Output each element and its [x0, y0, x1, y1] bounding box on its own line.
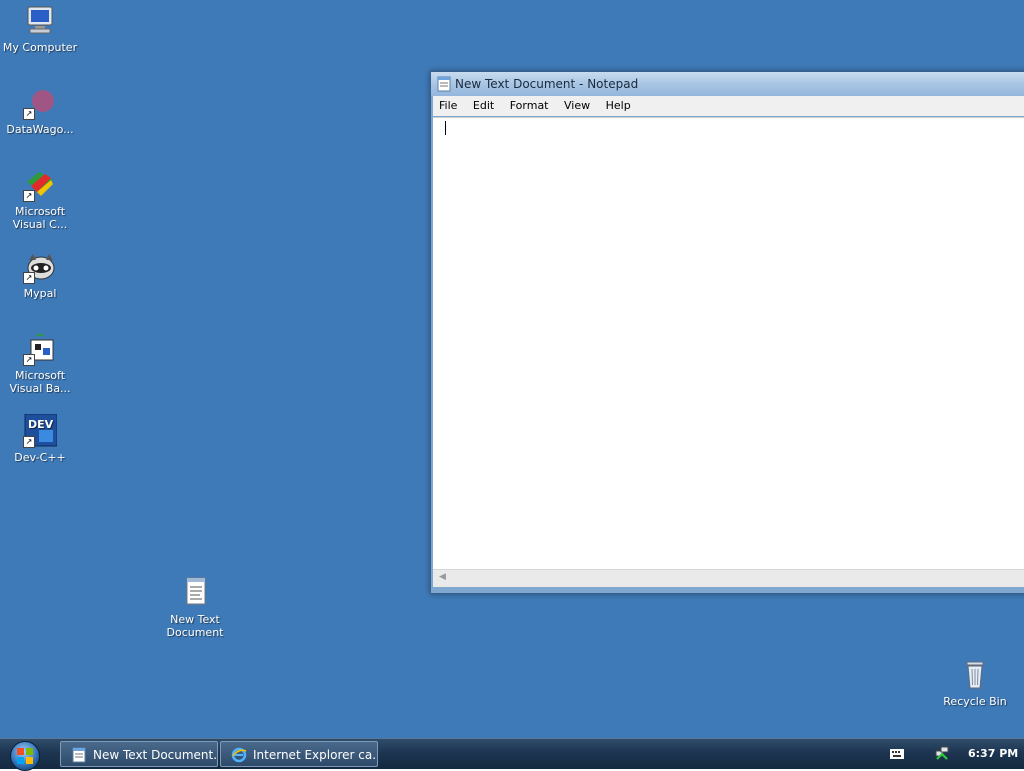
desktop-icon-my-computer[interactable]: My Computer: [0, 4, 80, 54]
horizontal-scrollbar[interactable]: ◀: [433, 569, 1024, 587]
menu-bar: File Edit Format View Help: [433, 96, 1024, 116]
keyboard-icon[interactable]: [890, 749, 904, 759]
window-titlebar[interactable]: New Text Document - Notepad: [431, 72, 1024, 96]
shortcut-arrow-icon: ↗: [23, 108, 35, 120]
menu-format[interactable]: Format: [504, 96, 555, 112]
windows-logo-icon: [17, 748, 33, 764]
network-icon[interactable]: [934, 745, 950, 761]
visual-basic-icon: ↗: [23, 332, 57, 366]
desktop-icon-new-text-document[interactable]: New Text Document: [155, 576, 235, 639]
taskbar-button-label: Internet Explorer ca...: [253, 748, 378, 762]
menu-view[interactable]: View: [558, 96, 596, 112]
desktop-icon-mypal[interactable]: ↗ Mypal: [0, 250, 80, 300]
taskbar-button-internet-explorer[interactable]: Internet Explorer ca...: [220, 741, 378, 767]
dev-cpp-icon: DEV ↗: [23, 414, 57, 448]
desktop-icon-dev-cpp[interactable]: DEV ↗ Dev-C++: [0, 414, 80, 464]
desktop-icon-label: Microsoft Visual Ba...: [9, 369, 71, 395]
desktop-icon-visual-basic[interactable]: ↗ Microsoft Visual Ba...: [0, 332, 80, 395]
scroll-left-arrow-icon[interactable]: ◀: [439, 572, 446, 582]
internet-explorer-icon: [231, 747, 247, 763]
notepad-icon: [72, 747, 86, 763]
window-title: New Text Document - Notepad: [455, 77, 639, 91]
datawagon-icon: ↗: [23, 86, 57, 120]
clock[interactable]: 6:37 PM: [968, 747, 1018, 760]
menu-edit[interactable]: Edit: [467, 96, 500, 112]
shortcut-arrow-icon: ↗: [23, 354, 35, 366]
desktop-icon-visual-c[interactable]: ↗ Microsoft Visual C...: [0, 168, 80, 231]
desktop-icon-label: Dev-C++: [14, 451, 66, 464]
desktop-icon-datawagon[interactable]: ↗ DataWago...: [0, 86, 80, 136]
visual-c-icon: ↗: [23, 168, 57, 202]
text-caret: [445, 121, 446, 135]
desktop-icon-label: Recycle Bin: [943, 695, 1007, 708]
desktop-icon-label: Mypal: [23, 287, 57, 300]
text-editor-area[interactable]: [433, 117, 1024, 587]
taskbar: New Text Document... Internet Explorer c…: [0, 738, 1024, 771]
desktop-icon-label: DataWago...: [6, 123, 74, 136]
shortcut-arrow-icon: ↗: [23, 190, 35, 202]
menu-file[interactable]: File: [433, 96, 463, 112]
menu-help[interactable]: Help: [600, 96, 637, 112]
shortcut-arrow-icon: ↗: [23, 436, 35, 448]
desktop: My Computer ↗ DataWago... ↗ Microsoft Vi…: [0, 0, 1024, 738]
my-computer-icon: [23, 4, 57, 38]
text-document-icon: [178, 576, 212, 610]
shortcut-arrow-icon: ↗: [23, 272, 35, 284]
mypal-icon: ↗: [23, 250, 57, 284]
desktop-icon-label: My Computer: [2, 41, 78, 54]
desktop-icon-recycle-bin[interactable]: Recycle Bin: [935, 658, 1015, 708]
taskbar-button-label: New Text Document...: [93, 748, 218, 762]
taskbar-button-notepad[interactable]: New Text Document...: [60, 741, 218, 767]
svg-text:DEV: DEV: [28, 418, 54, 431]
notepad-icon: [437, 76, 451, 92]
desktop-icon-label: New Text Document: [166, 613, 224, 639]
start-button[interactable]: [10, 741, 40, 771]
recycle-bin-icon: [958, 658, 992, 692]
system-tray: 6:37 PM: [884, 739, 1024, 769]
desktop-icon-label: Microsoft Visual C...: [12, 205, 68, 231]
notepad-window[interactable]: New Text Document - Notepad File Edit Fo…: [430, 71, 1024, 594]
